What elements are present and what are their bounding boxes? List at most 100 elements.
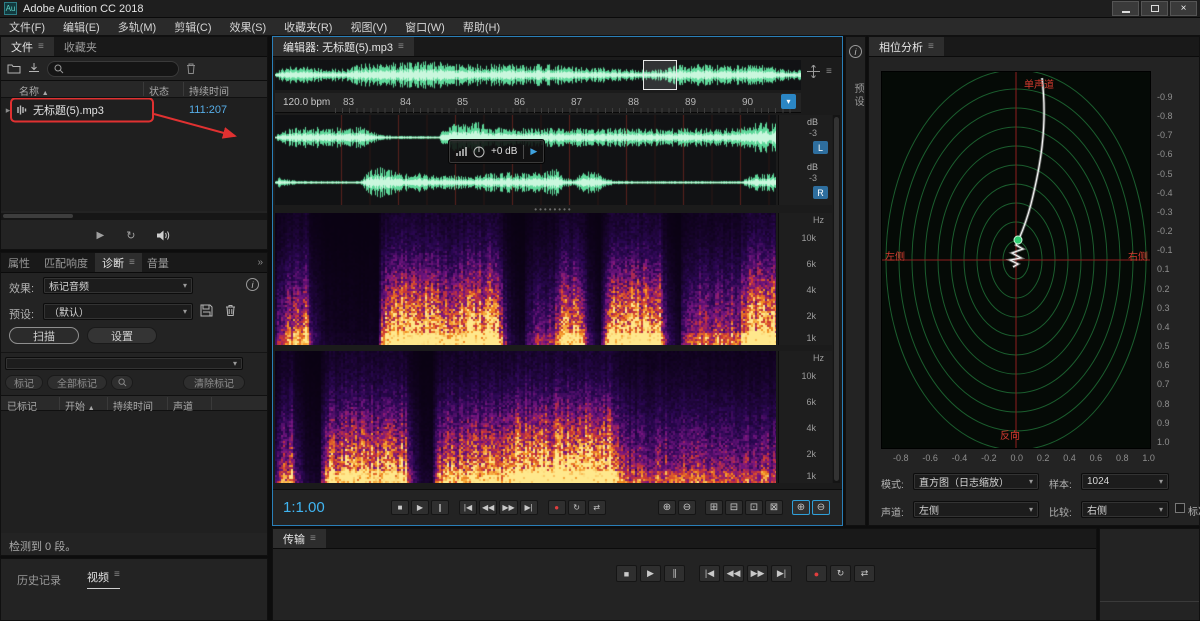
zoom-all-button[interactable]: ⊟: [725, 500, 743, 515]
tab-overflow-icon[interactable]: »: [257, 257, 263, 268]
skip-to-end-button[interactable]: ▶|: [520, 500, 538, 515]
spectral-display-right[interactable]: [275, 351, 776, 483]
results-filter-select[interactable]: ▾: [5, 357, 243, 370]
effect-select[interactable]: 标记音频 ▾: [43, 277, 193, 294]
find-markers-button[interactable]: [111, 375, 133, 390]
time-display[interactable]: 1:1.00: [283, 499, 325, 516]
zoom-out-button[interactable]: ⊖: [678, 500, 696, 515]
scrub-icon[interactable]: ▶: [530, 146, 537, 157]
zoom-v-in-button[interactable]: ⊕: [792, 500, 810, 515]
menu-item[interactable]: 效果(S): [221, 19, 276, 35]
marker-flag-icon[interactable]: ▾: [781, 94, 796, 109]
tab-diagnostics[interactable]: 诊断 ≡: [95, 253, 142, 272]
preset-select[interactable]: （默认） ▾: [43, 303, 193, 320]
zoom-v-out-button[interactable]: ⊖: [812, 500, 830, 515]
maximize-button[interactable]: [1141, 1, 1168, 16]
timeline-ruler[interactable]: 120.0 bpm 8384858687888990: [275, 93, 801, 113]
collapsed-panel-label[interactable]: 预设: [850, 83, 865, 109]
column-duration[interactable]: 持续时间: [189, 83, 229, 98]
menu-item[interactable]: 剪辑(C): [165, 19, 220, 35]
play-button[interactable]: ▶: [640, 565, 661, 582]
settings-button[interactable]: 设置: [87, 327, 157, 344]
loop-button[interactable]: ↻: [830, 565, 851, 582]
scrollbar-thumb[interactable]: [3, 214, 73, 218]
tab-match-loudness[interactable]: 匹配响度: [37, 253, 95, 272]
right-channel-button[interactable]: R: [813, 186, 828, 199]
speaker-icon[interactable]: [157, 230, 171, 241]
stop-button[interactable]: ■: [616, 565, 637, 582]
column-status[interactable]: 状态: [149, 83, 169, 98]
tab-files[interactable]: 文件 ≡: [1, 37, 54, 56]
pan-tool-icon[interactable]: [807, 65, 820, 78]
zoom-selection-button[interactable]: ⊞: [705, 500, 723, 515]
scrollbar-thumb[interactable]: [834, 117, 839, 481]
swap-button[interactable]: ⇄: [588, 500, 606, 515]
tab-editor[interactable]: 编辑器: 无标题(5).mp3 ≡: [273, 37, 414, 56]
normalize-checkbox[interactable]: [1175, 503, 1185, 513]
tab-video[interactable]: 视频 ≡: [87, 569, 120, 589]
menu-item[interactable]: 窗口(W): [396, 19, 454, 35]
save-preset-icon[interactable]: [200, 304, 213, 317]
delete-preset-icon[interactable]: [225, 304, 236, 316]
skip-to-start-button[interactable]: |◀: [459, 500, 477, 515]
channel-select[interactable]: 左侧 ▾: [913, 501, 1039, 518]
zoom-in-button[interactable]: ⊕: [658, 500, 676, 515]
gain-hud[interactable]: +0 dB ▶: [448, 139, 545, 164]
search-box[interactable]: [47, 61, 179, 77]
skip-to-end-button[interactable]: ▶|: [771, 565, 792, 582]
pause-button[interactable]: ∥: [431, 500, 449, 515]
open-folder-icon[interactable]: [7, 63, 21, 74]
panel-menu-icon[interactable]: ≡: [38, 41, 44, 52]
menu-item[interactable]: 收藏夹(R): [275, 19, 341, 35]
panel-menu-icon[interactable]: ≡: [928, 41, 934, 52]
record-button[interactable]: ●: [548, 500, 566, 515]
column-name[interactable]: 名称 ▲: [19, 83, 49, 98]
overview-selection[interactable]: [643, 60, 677, 90]
tab-favorites[interactable]: 收藏夹: [54, 37, 107, 56]
tab-phase-analysis[interactable]: 相位分析 ≡: [869, 37, 944, 56]
spectral-display-left[interactable]: [275, 213, 776, 345]
record-button[interactable]: ●: [806, 565, 827, 582]
diagnostics-results-list[interactable]: [1, 411, 267, 533]
overview-waveform[interactable]: [275, 60, 801, 90]
info-icon[interactable]: [246, 278, 259, 291]
samples-select[interactable]: 1024 ▾: [1081, 473, 1169, 490]
fast-forward-button[interactable]: ▶▶: [747, 565, 768, 582]
import-file-icon[interactable]: [28, 63, 40, 74]
skip-to-start-button[interactable]: |◀: [699, 565, 720, 582]
phase-scope[interactable]: 单声道 左侧 右侧 反向: [881, 71, 1151, 449]
rewind-button[interactable]: ◀◀: [479, 500, 497, 515]
scan-button[interactable]: 扫描: [9, 327, 79, 344]
panel-menu-icon[interactable]: ≡: [129, 257, 135, 268]
mark-all-button[interactable]: 全部标记: [47, 375, 107, 390]
view-splitter[interactable]: ••••••••: [275, 205, 832, 213]
mark-button[interactable]: 标记: [5, 375, 43, 390]
trash-icon[interactable]: [186, 63, 196, 74]
rewind-button[interactable]: ◀◀: [723, 565, 744, 582]
preview-loop-button[interactable]: ↻: [126, 229, 135, 242]
panel-menu-icon[interactable]: ≡: [114, 569, 120, 585]
tab-history[interactable]: 历史记录: [17, 569, 61, 591]
panel-menu-icon[interactable]: ≡: [310, 533, 316, 544]
close-button[interactable]: ×: [1170, 1, 1197, 16]
compare-select[interactable]: 右侧 ▾: [1081, 501, 1169, 518]
tab-transport[interactable]: 传输 ≡: [273, 529, 326, 548]
stop-button[interactable]: ■: [391, 500, 409, 515]
collapsed-panel-strip[interactable]: 预设: [845, 36, 866, 526]
menu-item[interactable]: 帮助(H): [454, 19, 509, 35]
mode-select[interactable]: 直方图（日志缩放） ▾: [913, 473, 1039, 490]
overview-menu-icon[interactable]: ≡: [826, 66, 832, 77]
vertical-scrollbar[interactable]: [833, 115, 840, 483]
swap-button[interactable]: ⇄: [854, 565, 875, 582]
preview-play-button[interactable]: ▶: [97, 230, 105, 241]
pause-button[interactable]: ∥: [664, 565, 685, 582]
info-icon[interactable]: [849, 45, 862, 58]
menu-item[interactable]: 编辑(E): [54, 19, 109, 35]
horizontal-scrollbar[interactable]: [1, 213, 267, 220]
zoom-h-out-button[interactable]: ⊠: [765, 500, 783, 515]
tab-properties[interactable]: 属性: [1, 253, 37, 272]
menu-item[interactable]: 多轨(M): [109, 19, 166, 35]
play-button[interactable]: ▶: [411, 500, 429, 515]
fast-forward-button[interactable]: ▶▶: [499, 500, 517, 515]
menu-item[interactable]: 文件(F): [0, 19, 54, 35]
